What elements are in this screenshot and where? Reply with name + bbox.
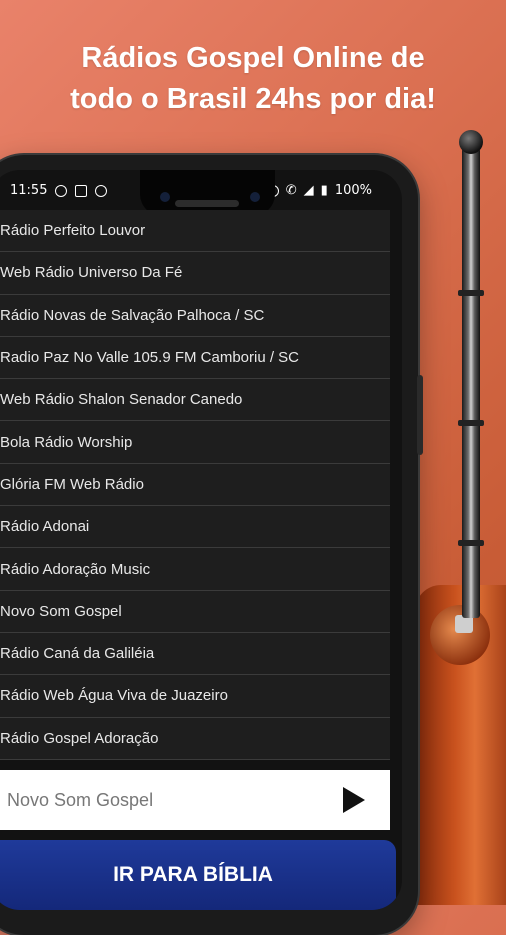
station-item[interactable]: Rádio Adoração Music — [0, 548, 390, 591]
station-item[interactable]: Rádio Web Água Viva de Juazeiro — [0, 675, 390, 718]
station-item[interactable]: Bola Rádio Worship — [0, 421, 390, 464]
antenna-segment — [458, 540, 484, 546]
antenna-tip-decoration — [459, 130, 483, 154]
phone-side-button — [417, 375, 423, 455]
station-item[interactable]: Novo Som Gospel — [0, 590, 390, 633]
station-list: Rádio Perfeito Louvor Web Rádio Universo… — [0, 210, 390, 770]
wifi-call-icon: ✆ — [285, 183, 297, 198]
headline-line-2: todo o Brasil 24hs por dia! — [70, 83, 436, 115]
station-item[interactable]: Rádio Perfeito Louvor — [0, 210, 390, 253]
now-playing-bar: Novo Som Gospel — [0, 770, 390, 830]
battery-level: 100% — [334, 183, 372, 198]
battery-icon: ▮ — [320, 183, 328, 198]
signal-icon: ◢ — [303, 183, 314, 198]
earpiece-speaker — [175, 200, 239, 207]
now-playing-title: Novo Som Gospel — [7, 789, 154, 810]
front-camera-icon — [160, 192, 170, 202]
station-item[interactable]: Rádio Novas de Salvação Palhoca / SC — [0, 294, 390, 337]
antenna-decoration — [462, 148, 480, 618]
play-icon[interactable] — [343, 787, 365, 813]
antenna-segment — [458, 420, 484, 426]
phone-screen: 11:55 ✆ ◢ ▮ 100% Rádio Perfeito Louvor W… — [0, 170, 402, 910]
shield-icon — [55, 184, 68, 197]
promo-headline: Rádios Gospel Online de todo o Brasil 24… — [0, 38, 506, 120]
wallet-icon — [75, 184, 88, 197]
status-time: 11:55 — [10, 183, 48, 198]
station-item[interactable]: Rádio Adonai — [0, 506, 390, 549]
station-item[interactable]: Radio Paz No Valle 105.9 FM Camboriu / S… — [0, 336, 390, 380]
antenna-segment — [458, 290, 484, 296]
at-icon — [95, 184, 108, 197]
front-sensor-icon — [250, 192, 260, 202]
station-item[interactable]: Web Rádio Universo Da Fé — [0, 252, 390, 295]
station-item[interactable]: Glória FM Web Rádio — [0, 463, 390, 507]
radio-knob-decoration — [430, 605, 490, 665]
station-item[interactable]: Web Rádio Shalon Senador Canedo — [0, 379, 390, 422]
headline-line-1: Rádios Gospel Online de — [81, 42, 425, 74]
station-item[interactable]: Rádio Gospel Adoração — [0, 717, 390, 760]
station-item[interactable]: Rádio Caná da Galiléia — [0, 632, 390, 676]
